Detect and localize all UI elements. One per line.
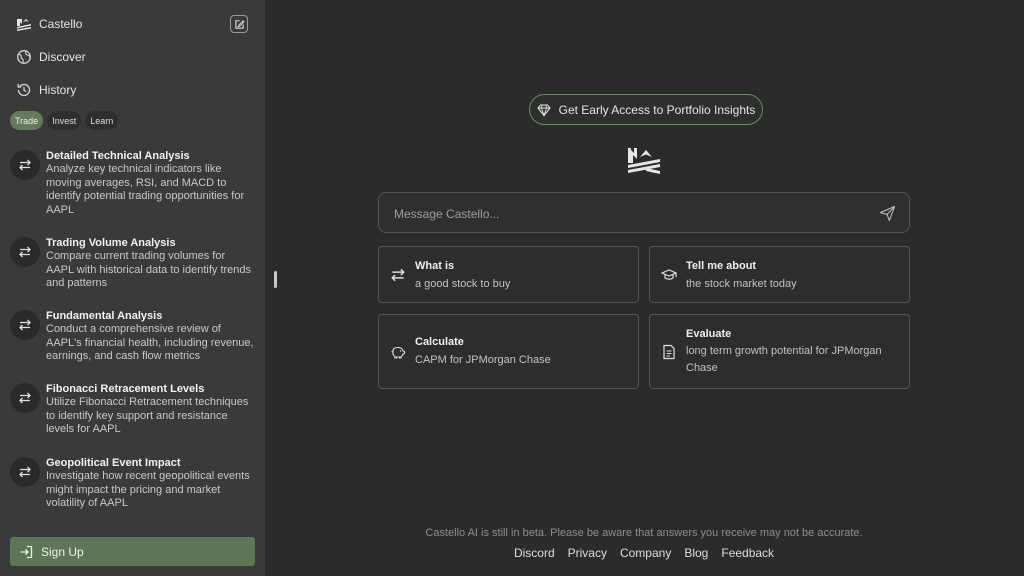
- nav-history-label: History: [39, 83, 77, 97]
- footer-link-blog[interactable]: Blog: [684, 546, 708, 560]
- swap-icon: [10, 150, 40, 180]
- tab-invest[interactable]: Invest: [47, 111, 82, 130]
- footer-link-company[interactable]: Company: [620, 546, 671, 560]
- edit-icon: [234, 19, 245, 29]
- prompt-title: Geopolitical Event Impact: [46, 457, 181, 469]
- sign-up-button[interactable]: Sign Up: [10, 537, 255, 566]
- card-subtitle: the stock market today: [686, 278, 797, 290]
- swap-icon: [10, 237, 40, 267]
- prompt-title: Fundamental Analysis: [46, 310, 163, 322]
- suggestion-card-evaluate[interactable]: Evaluate long term growth potential for …: [649, 314, 910, 389]
- graduation-cap-icon: [661, 269, 677, 280]
- suggestion-card-tell-me-about[interactable]: Tell me about the stock market today: [649, 246, 910, 303]
- prompt-category-tabs: Trade Invest Learn: [10, 111, 119, 130]
- card-title: Tell me about: [686, 260, 757, 272]
- brand-name: Castello: [39, 17, 83, 31]
- message-input[interactable]: [392, 193, 866, 234]
- prompt-description: Investigate how recent geopolitical even…: [46, 470, 250, 509]
- document-icon: [663, 344, 675, 360]
- history-icon: [17, 83, 31, 97]
- prompt-title: Detailed Technical Analysis: [46, 150, 190, 162]
- card-title: What is: [415, 260, 455, 272]
- sign-in-icon: [20, 545, 33, 558]
- globe-icon: [17, 50, 31, 64]
- early-access-button[interactable]: Get Early Access to Portfolio Insights: [529, 94, 763, 125]
- sign-up-label: Sign Up: [41, 544, 84, 559]
- swap-icon: [10, 457, 40, 487]
- prompt-item-trading-volume[interactable]: Trading Volume Analysis Compare current …: [10, 237, 255, 291]
- prompt-description: Analyze key technical indicators like mo…: [46, 163, 245, 216]
- footer-link-privacy[interactable]: Privacy: [568, 546, 607, 560]
- nav-history[interactable]: History: [16, 80, 76, 100]
- swap-icon: [10, 383, 40, 413]
- beta-disclaimer: Castello AI is still in beta. Please be …: [425, 527, 863, 539]
- footer-link-discord[interactable]: Discord: [514, 546, 555, 560]
- suggestion-card-calculate[interactable]: Calculate CAPM for JPMorgan Chase: [378, 314, 639, 389]
- prompt-description: Conduct a comprehensive review of AAPL's…: [46, 323, 254, 362]
- card-subtitle: long term growth potential for JPMorgan …: [686, 345, 882, 374]
- tab-learn[interactable]: Learn: [85, 111, 119, 130]
- brand-link[interactable]: Castello: [16, 14, 82, 34]
- suggestion-card-what-is[interactable]: What is a good stock to buy: [378, 246, 639, 303]
- swap-icon: [10, 310, 40, 340]
- prompt-description: Compare current trading volumes for AAPL…: [46, 250, 252, 289]
- swap-icon: [391, 268, 405, 282]
- nav-discover[interactable]: Discover: [16, 47, 86, 67]
- prompt-title: Trading Volume Analysis: [46, 237, 176, 249]
- castello-logo-icon: [17, 19, 31, 31]
- new-chat-button[interactable]: [230, 15, 248, 33]
- prompt-item-fibonacci[interactable]: Fibonacci Retracement Levels Utilize Fib…: [10, 383, 255, 437]
- diamond-icon: [536, 103, 551, 117]
- early-access-label: Get Early Access to Portfolio Insights: [558, 102, 756, 117]
- card-subtitle: a good stock to buy: [415, 278, 511, 290]
- prompt-item-fundamental-analysis[interactable]: Fundamental Analysis Conduct a comprehen…: [10, 310, 255, 364]
- message-box: [378, 192, 910, 234]
- piggy-bank-icon: [391, 346, 406, 359]
- nav-discover-label: Discover: [39, 50, 86, 64]
- card-title: Calculate: [415, 336, 464, 348]
- sidebar-resize-handle[interactable]: [274, 271, 277, 288]
- card-subtitle: CAPM for JPMorgan Chase: [415, 354, 551, 366]
- send-icon[interactable]: [879, 205, 896, 222]
- prompt-description: Utilize Fibonacci Retracement techniques…: [46, 396, 249, 435]
- tab-trade[interactable]: Trade: [10, 111, 44, 130]
- footer-links: Discord Privacy Company Blog Feedback: [378, 546, 910, 560]
- footer-link-feedback[interactable]: Feedback: [721, 546, 774, 560]
- prompt-title: Fibonacci Retracement Levels: [46, 383, 205, 395]
- prompt-item-technical-analysis[interactable]: Detailed Technical Analysis Analyze key …: [10, 150, 255, 217]
- sidebar: Castello Discover History Trade Invest L…: [0, 0, 265, 576]
- castello-logo-icon: [628, 148, 660, 174]
- prompt-item-geopolitical[interactable]: Geopolitical Event Impact Investigate ho…: [10, 457, 255, 511]
- card-title: Evaluate: [686, 328, 732, 340]
